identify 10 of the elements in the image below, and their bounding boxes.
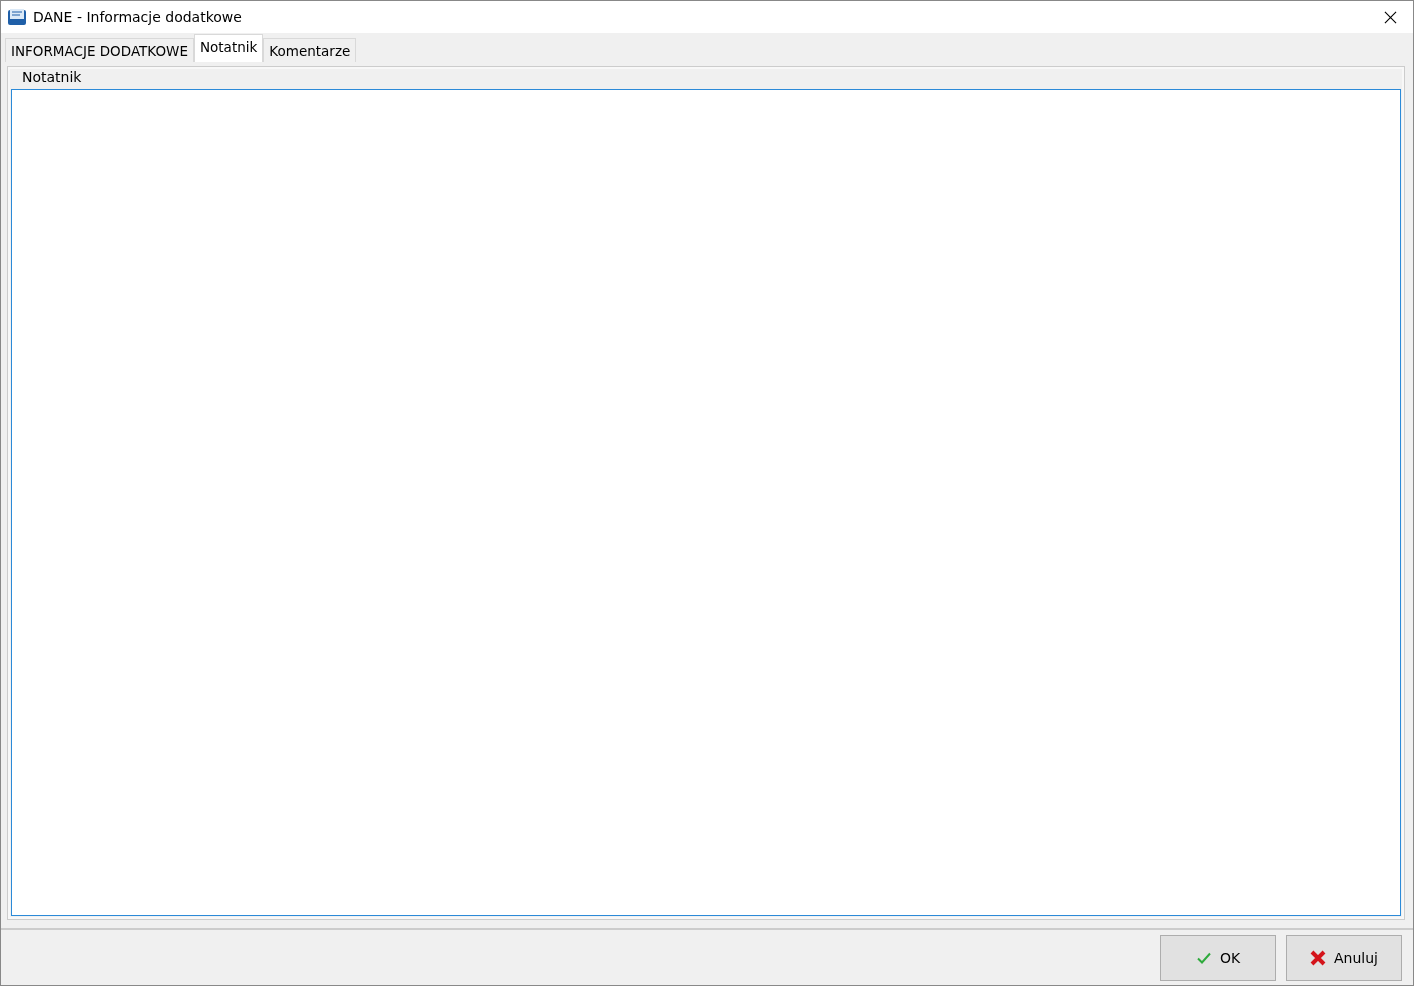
cross-icon [1310, 949, 1326, 966]
tab[interactable]: Komentarze [263, 38, 357, 62]
group-title: Notatnik [21, 68, 83, 87]
dialog-button[interactable]: Anuluj [1286, 934, 1402, 981]
tab[interactable]: INFORMACJE DODATKOWE [5, 38, 194, 62]
window-title: DANE - Informacje dodatkowe [33, 9, 243, 25]
close-icon[interactable] [1384, 10, 1397, 24]
app-icon [7, 7, 27, 27]
dialog-button[interactable]: OK [1160, 934, 1276, 981]
tab[interactable]: Notatnik [193, 34, 264, 62]
